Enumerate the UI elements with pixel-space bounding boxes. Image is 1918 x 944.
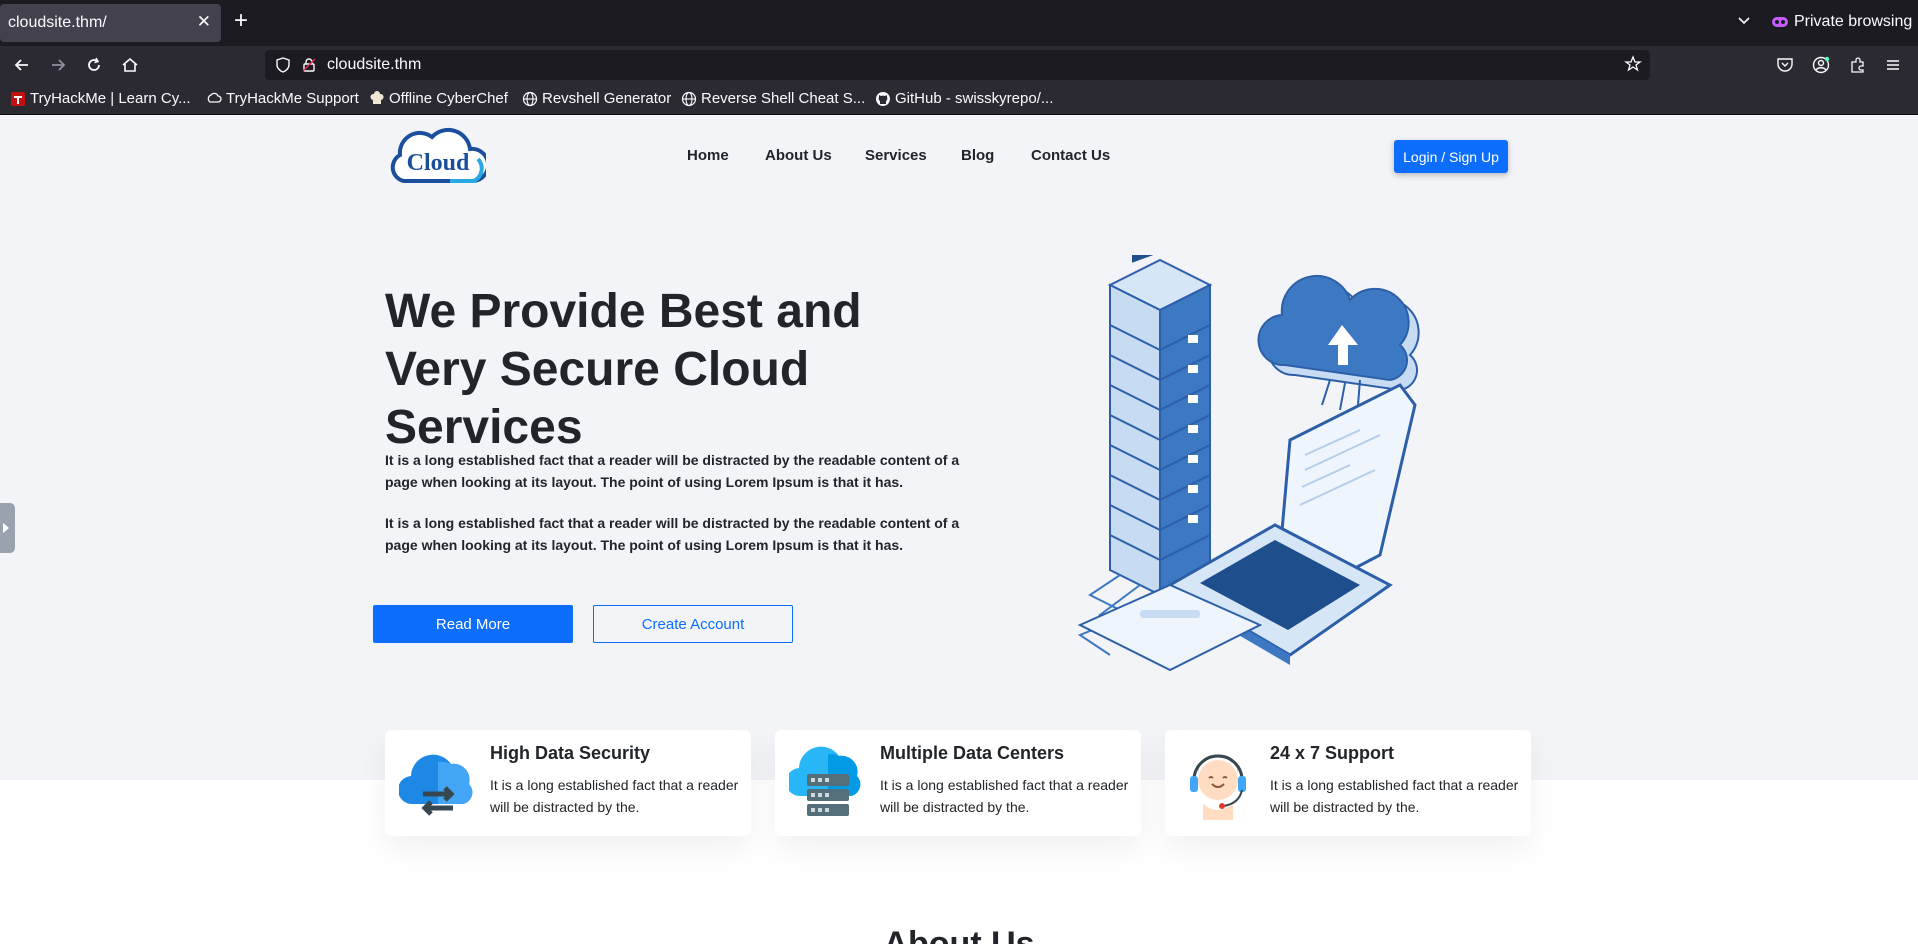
feature-text: It is a long established fact that a rea… — [880, 777, 1129, 815]
forward-icon[interactable] — [48, 55, 68, 75]
bookmark-label: Offline CyberChef — [389, 90, 508, 107]
cloud-server-icon — [789, 746, 861, 816]
tab-bar: cloudsite.thm/ ✕ + Private browsing — [0, 0, 1918, 46]
bookmark-label: Revshell Generator — [542, 90, 672, 107]
shield-icon[interactable] — [275, 57, 291, 73]
globe-icon — [681, 91, 697, 106]
tryhackme-icon — [207, 92, 222, 103]
bookmark-item[interactable]: Reverse Shell Cheat S... — [681, 90, 865, 107]
bookmark-star-icon[interactable] — [1624, 55, 1642, 73]
feature-card-datacenters: Multiple Data Centers It is a long estab… — [775, 730, 1141, 836]
tab-cloudsite[interactable]: cloudsite.thm/ ✕ — [0, 4, 221, 42]
chevron-down-icon[interactable] — [1736, 12, 1752, 28]
back-icon[interactable] — [12, 55, 32, 75]
create-account-button[interactable]: Create Account — [593, 605, 793, 643]
nav-blog[interactable]: Blog — [961, 147, 994, 164]
cloud-logo[interactable]: Cloud — [390, 125, 486, 187]
private-mask-icon — [1772, 17, 1788, 27]
page-info-icon[interactable] — [301, 57, 317, 73]
login-signup-button[interactable]: Login / Sign Up — [1394, 140, 1508, 173]
about-us-heading: About Us — [883, 925, 1035, 944]
feature-text: It is a long established fact that a rea… — [490, 777, 739, 815]
feature-card-support: 24 x 7 Support It is a long established … — [1165, 730, 1531, 836]
feature-card-security: High Data Security It is a long establis… — [385, 730, 751, 836]
bookmark-item[interactable]: Revshell Generator — [522, 90, 671, 107]
chef-icon — [370, 90, 384, 104]
bookmark-item[interactable]: GitHub - swisskyrepo/... — [875, 90, 1053, 107]
read-more-button[interactable]: Read More — [373, 605, 573, 643]
navigation-toolbar: cloudsite.thm — [0, 46, 1918, 84]
bookmark-label: TryHackMe Support — [226, 90, 359, 107]
bookmark-label: GitHub - swisskyrepo/... — [895, 90, 1054, 107]
logo-text: Cloud — [407, 150, 470, 176]
menu-icon[interactable] — [1884, 56, 1902, 74]
support-agent-icon — [1190, 754, 1246, 820]
cloud-server-laptop-illustration — [1077, 255, 1420, 672]
pocket-icon[interactable] — [1776, 56, 1794, 74]
sidebar-toggle-handle[interactable] — [0, 503, 15, 553]
extensions-icon[interactable] — [1849, 56, 1867, 74]
bookmark-item[interactable]: TryHackMe | Learn Cy... — [10, 90, 191, 107]
bookmark-label: Reverse Shell Cheat S... — [701, 90, 866, 107]
reload-icon[interactable] — [84, 55, 104, 75]
bookmark-label: TryHackMe | Learn Cy... — [30, 90, 191, 107]
hero-paragraph: It is a long established fact that a rea… — [385, 515, 960, 553]
home-icon[interactable] — [120, 55, 140, 75]
tab-title: cloudsite.thm/ — [8, 14, 107, 31]
globe-icon — [522, 91, 538, 106]
url-bar[interactable]: cloudsite.thm — [265, 50, 1650, 80]
bookmark-item[interactable]: Offline CyberChef — [369, 90, 508, 107]
feature-title: High Data Security — [490, 743, 651, 763]
nav-services[interactable]: Services — [865, 147, 927, 164]
bookmarks-toolbar: TryHackMe | Learn Cy... TryHackMe Suppor… — [0, 84, 1918, 115]
cloud-transfer-icon — [399, 754, 473, 816]
nav-contact-us[interactable]: Contact Us — [1031, 147, 1110, 164]
hero-title: We Provide Best and Very Secure Cloud Se… — [385, 285, 862, 454]
nav-about-us[interactable]: About Us — [765, 147, 832, 164]
account-icon[interactable] — [1812, 56, 1830, 74]
tryhackme-icon — [11, 91, 25, 106]
feature-title: 24 x 7 Support — [1270, 743, 1395, 763]
feature-text: It is a long established fact that a rea… — [1270, 777, 1519, 815]
private-browsing-label: Private browsing — [1794, 13, 1913, 30]
web-page: Cloud Home About Us Services Blog Contac… — [0, 115, 1918, 944]
bookmark-item[interactable]: TryHackMe Support — [206, 90, 359, 107]
hero-paragraph: It is a long established fact that a rea… — [385, 452, 960, 490]
nav-home[interactable]: Home — [687, 147, 729, 164]
url-text[interactable]: cloudsite.thm — [327, 56, 421, 74]
new-tab-button[interactable]: + — [234, 8, 248, 34]
private-browsing-indicator: Private browsing — [1772, 13, 1912, 31]
feature-title: Multiple Data Centers — [880, 743, 1065, 763]
github-icon — [876, 91, 890, 106]
close-icon[interactable]: ✕ — [197, 12, 211, 32]
